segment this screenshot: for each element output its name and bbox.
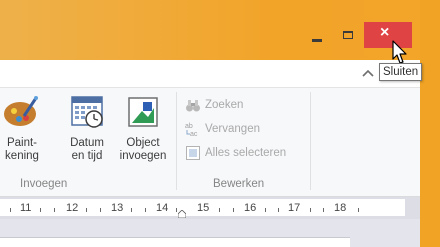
document-page[interactable] xyxy=(0,237,350,247)
paint-line1: Paint- xyxy=(6,137,38,149)
ruler-dot xyxy=(145,208,146,212)
insert-group-label: Invoegen xyxy=(20,178,68,190)
close-tooltip: Sluiten xyxy=(379,63,423,81)
insert-object-line2: invoegen xyxy=(119,150,167,162)
paint-line2: kening xyxy=(5,150,39,162)
ribbon-home: Paint- kening Datum en tijd Object invoe… xyxy=(0,88,420,197)
wordpad-window: × Paint- kening Datum en tijd Object inv… xyxy=(0,0,420,247)
ruler-tick-label: 11 xyxy=(20,202,32,214)
find-button[interactable]: Zoeken xyxy=(185,96,243,114)
calendar-clock-icon xyxy=(71,96,103,128)
ruler-dot xyxy=(86,208,87,212)
ruler-dot xyxy=(10,208,11,212)
ruler-tick-label: 17 xyxy=(288,202,301,214)
date-time-line2: en tijd xyxy=(71,150,103,162)
edit-group-label: Bewerken xyxy=(213,178,265,190)
svg-text:ac: ac xyxy=(190,131,198,137)
group-divider-end xyxy=(310,92,311,190)
group-divider xyxy=(176,92,177,190)
ruler-dot xyxy=(54,208,55,212)
close-icon: × xyxy=(380,24,390,41)
insert-object-button[interactable]: Object invoegen xyxy=(114,94,172,163)
ruler-dot xyxy=(40,208,41,212)
ruler-tick-label: 14 xyxy=(156,202,169,214)
date-time-line1: Datum xyxy=(70,137,104,149)
ruler-dot xyxy=(265,208,266,212)
title-bar[interactable]: × xyxy=(0,0,420,60)
ruler-tick-label: 18 xyxy=(334,202,347,214)
insert-object-line1: Object xyxy=(126,137,160,149)
ruler-track: 11 12 13 14 15 16 17 18 xyxy=(0,199,405,218)
date-time-button[interactable]: Datum en tijd xyxy=(60,94,114,163)
horizontal-ruler[interactable]: 11 12 13 14 15 16 17 18 xyxy=(0,197,420,219)
ruler-dot xyxy=(176,208,177,212)
replace-label: Vervangen xyxy=(205,123,260,135)
ruler-dot xyxy=(233,208,234,212)
ruler-dot xyxy=(358,208,359,212)
replace-button[interactable]: ab ac Vervangen xyxy=(185,120,260,138)
paint-drawing-button[interactable]: Paint- kening xyxy=(0,94,44,163)
document-area xyxy=(0,219,420,247)
insert-object-icon xyxy=(128,97,158,127)
ruler-tick-label: 13 xyxy=(111,202,124,214)
ruler-dot xyxy=(278,208,279,212)
replace-icon: ab ac xyxy=(185,123,198,137)
ruler-dot xyxy=(219,208,220,212)
svg-text:ab: ab xyxy=(185,123,193,130)
maximize-icon xyxy=(343,31,353,39)
ribbon-tab-strip xyxy=(0,60,420,88)
minimize-icon xyxy=(312,39,322,42)
binoculars-icon xyxy=(186,100,200,112)
collapse-ribbon-chevron-icon[interactable] xyxy=(360,67,376,79)
minimize-button[interactable] xyxy=(300,22,334,48)
ruler-tick-label: 12 xyxy=(66,202,79,214)
select-all-icon xyxy=(186,146,200,160)
ruler-tick-label: 15 xyxy=(197,202,210,214)
ruler-dot xyxy=(131,208,132,212)
ruler-dot xyxy=(310,208,311,212)
ruler-dot xyxy=(323,208,324,212)
maximize-button[interactable] xyxy=(334,22,364,48)
select-all-button[interactable]: Alles selecteren xyxy=(185,144,286,162)
find-label: Zoeken xyxy=(205,99,244,111)
ruler-dot xyxy=(100,208,101,212)
paint-icon xyxy=(4,96,38,126)
select-all-label: Alles selecteren xyxy=(205,147,287,159)
indent-marker-icon[interactable] xyxy=(178,210,186,218)
ruler-tick-label: 16 xyxy=(244,202,257,214)
